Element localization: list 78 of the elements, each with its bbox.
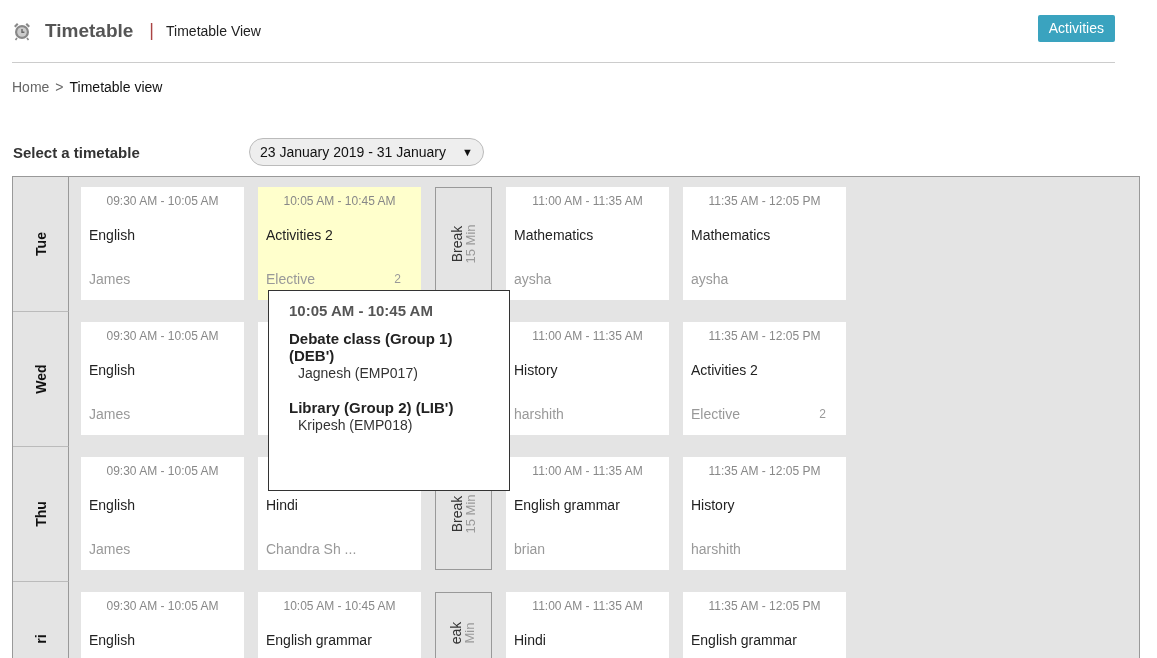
- lesson-card[interactable]: 11:35 AM - 12:05 PM History harshith: [683, 457, 846, 570]
- group-count: 2: [819, 407, 826, 421]
- break-label: eak: [449, 621, 464, 644]
- lesson-card[interactable]: 10:05 AM - 10:45 AM English grammar: [258, 592, 421, 658]
- alarm-clock-icon: [12, 21, 32, 41]
- group-teacher: Kripesh (EMP018): [298, 417, 413, 433]
- lesson-teacher: Elective: [266, 271, 316, 287]
- lesson-time: 11:35 AM - 12:05 PM: [708, 599, 821, 614]
- lesson-subject: English grammar: [514, 497, 620, 513]
- lesson-card[interactable]: 09:30 AM - 10:05 AM English: [81, 592, 244, 658]
- lesson-subject: Hindi: [514, 632, 546, 648]
- break-label: Break: [449, 495, 464, 532]
- day-label: ri: [32, 634, 49, 644]
- tooltip-time: 10:05 AM - 10:45 AM: [289, 302, 433, 319]
- lesson-teacher: brian: [514, 541, 546, 557]
- breadcrumb-current: Timetable view: [69, 79, 163, 97]
- lesson-card[interactable]: 11:00 AM - 11:35 AM English grammar brian: [506, 457, 669, 570]
- timetable-dropdown[interactable]: 23 January 2019 - 31 January ▼: [249, 138, 484, 166]
- lesson-subject: English: [89, 227, 135, 243]
- lesson-subject: English: [89, 497, 135, 513]
- lesson-time: 09:30 AM - 10:05 AM: [106, 329, 219, 344]
- group-count: 2: [394, 272, 401, 286]
- lesson-teacher: James: [89, 406, 131, 422]
- break-duration: 15 Min: [463, 494, 478, 533]
- lesson-time: 10:05 AM - 10:45 AM: [283, 194, 396, 209]
- lesson-card[interactable]: 09:30 AM - 10:05 AM English James: [81, 322, 244, 435]
- lesson-time: 09:30 AM - 10:05 AM: [106, 599, 219, 614]
- lesson-card[interactable]: 11:35 AM - 12:05 PM Activities 2 Elective 2: [683, 322, 846, 435]
- lesson-card[interactable]: 11:35 AM - 12:05 PM English grammar: [683, 592, 846, 658]
- lesson-subject: Hindi: [266, 497, 298, 513]
- lesson-subject: Mathematics: [514, 227, 594, 243]
- lesson-card[interactable]: 11:00 AM - 11:35 AM Hindi: [506, 592, 669, 658]
- lesson-teacher: harshith: [691, 541, 741, 557]
- group-title: Library (Group 2) (LIB'): [289, 399, 454, 416]
- lesson-time: 11:00 AM - 11:35 AM: [532, 329, 643, 344]
- lesson-teacher: aysha: [514, 271, 552, 287]
- lesson-subject: History: [691, 497, 735, 513]
- breadcrumb-link[interactable]: Home: [12, 79, 50, 97]
- lesson-subject: English: [89, 362, 135, 378]
- lesson-teacher: James: [89, 541, 131, 557]
- group-title: Debate class (Group 1) (DEB'): [289, 330, 454, 364]
- lesson-time: 11:35 AM - 12:05 PM: [708, 329, 821, 344]
- lesson-teacher: Elective: [691, 406, 741, 422]
- lesson-time: 11:00 AM - 11:35 AM: [532, 464, 643, 479]
- title-separator: |: [149, 19, 155, 41]
- lesson-time: 11:35 AM - 12:05 PM: [708, 194, 821, 209]
- lesson-card[interactable]: 11:35 AM - 12:05 PM Mathematics aysha: [683, 187, 846, 300]
- lesson-time: 09:30 AM - 10:05 AM: [106, 464, 219, 479]
- day-label: Thu: [32, 501, 49, 527]
- lesson-subject: English: [89, 632, 135, 648]
- lesson-teacher: James: [89, 271, 131, 287]
- lesson-card[interactable]: 11:00 AM - 11:35 AM Mathematics aysha: [506, 187, 669, 300]
- lesson-time: 11:35 AM - 12:05 PM: [708, 464, 821, 479]
- break-duration: 15 Min: [463, 224, 478, 263]
- lesson-time: 09:30 AM - 10:05 AM: [106, 194, 219, 209]
- lesson-subject: Activities 2: [691, 362, 758, 378]
- lesson-subject: English grammar: [266, 632, 372, 648]
- breadcrumb-separator: >: [55, 79, 64, 97]
- lesson-teacher: aysha: [691, 271, 729, 287]
- page-title: Timetable: [45, 20, 134, 42]
- lesson-time: 11:00 AM - 11:35 AM: [532, 194, 643, 209]
- group-teacher: Jagnesh (EMP017): [298, 365, 418, 381]
- day-label: Tue: [32, 232, 49, 256]
- lesson-time: 10:05 AM - 10:45 AM: [283, 599, 396, 614]
- lesson-subject: Activities 2: [266, 227, 333, 243]
- break-label: Break: [449, 225, 464, 262]
- lesson-teacher: Chandra Sh ...: [266, 541, 357, 557]
- lesson-time: 11:00 AM - 11:35 AM: [532, 599, 643, 614]
- lesson-subject: Mathematics: [691, 227, 771, 243]
- day-label: Wed: [32, 364, 49, 394]
- page-subtitle: Timetable View: [166, 23, 261, 39]
- lesson-card[interactable]: 09:30 AM - 10:05 AM English James: [81, 187, 244, 300]
- selector-label: Select a timetable: [12, 143, 141, 161]
- break-duration: Min: [463, 622, 478, 643]
- lesson-teacher: harshith: [514, 406, 564, 422]
- lesson-subject: History: [514, 362, 558, 378]
- lesson-card[interactable]: 09:30 AM - 10:05 AM English James: [81, 457, 244, 570]
- lesson-subject: English grammar: [691, 632, 797, 648]
